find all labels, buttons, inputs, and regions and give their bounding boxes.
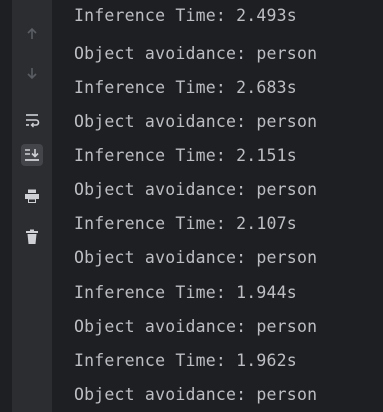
up-arrow-icon[interactable] [21,23,43,45]
console-line: Inference Time: 2.151s [74,146,297,165]
console-output[interactable]: Inference Time: 2.493s Object avoidance:… [52,0,383,412]
console-line: Object avoidance: person [74,385,318,404]
print-icon[interactable] [21,185,43,207]
console-line: Object avoidance: person [74,248,318,267]
scroll-to-end-icon[interactable] [21,144,43,166]
console-line: Inference Time: 2.683s [74,78,297,97]
console-line: Inference Time: 2.493s [74,6,297,25]
console-line: Inference Time: 2.107s [74,214,297,233]
console-line: Object avoidance: person [74,180,318,199]
down-arrow-icon[interactable] [21,62,43,84]
window-edge [0,0,12,412]
run-console-window: Inference Time: 2.493s Object avoidance:… [0,0,383,412]
trash-icon[interactable] [21,226,43,248]
console-line: Inference Time: 1.944s [74,283,297,302]
soft-wrap-icon[interactable] [21,109,43,131]
console-line: Object avoidance: person [74,317,318,336]
console-line: Inference Time: 1.962s [74,351,297,370]
console-toolbar [12,0,53,412]
console-line: Object avoidance: person [74,44,318,63]
console-line: Object avoidance: person [74,112,318,131]
